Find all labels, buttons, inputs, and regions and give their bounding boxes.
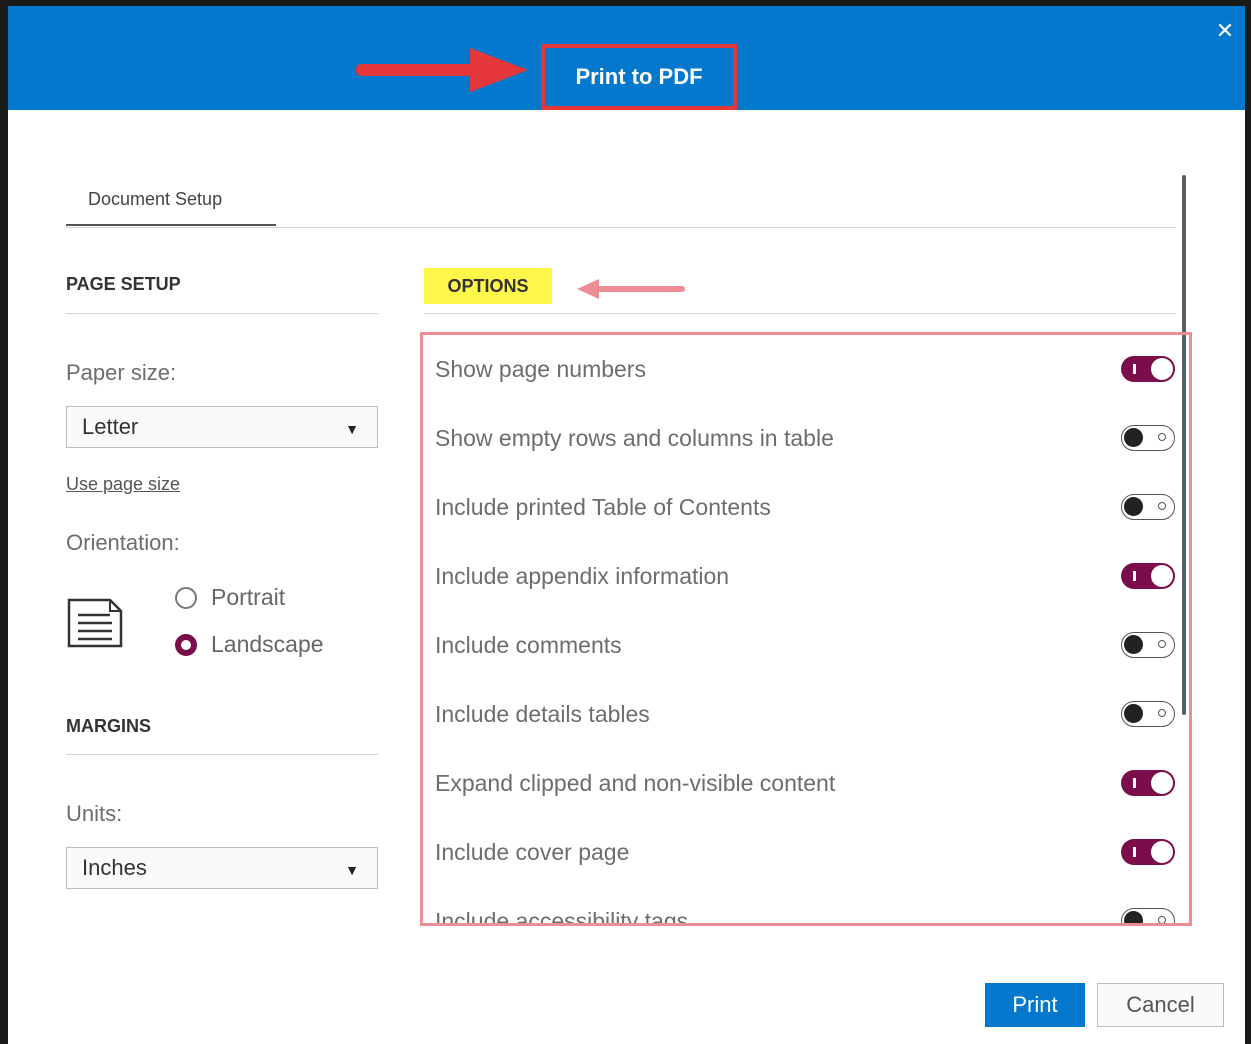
radio-unchecked-icon [175,586,197,609]
radio-label: Landscape [211,631,324,657]
orientation-label: Orientation: [66,530,180,555]
divider [424,313,1176,314]
radio-label: Portrait [211,584,286,610]
print-button[interactable]: Print [985,983,1085,1027]
use-page-size-link[interactable]: Use page size [66,474,180,495]
options-highlight-box: Show page numbers Show empty rows and co… [420,332,1192,926]
tab-document-setup[interactable]: Document Setup [66,183,276,226]
cancel-button[interactable]: Cancel [1097,983,1224,1027]
annotation-arrow-right [356,48,528,92]
option-row: Include cover page [435,832,1175,872]
title-highlight-box: Print to PDF [541,44,737,110]
option-row: Show page numbers [435,349,1175,389]
units-select[interactable]: Inches ▼ [66,847,378,889]
tab-label: Document Setup [88,189,223,209]
dialog-header: Print to PDF ✕ [8,6,1245,110]
toggle-switch[interactable] [1121,839,1175,865]
option-label: Include printed Table of Contents [435,493,771,520]
paper-size-value: Letter [82,414,139,439]
chevron-down-icon: ▼ [345,421,359,437]
option-label: Show page numbers [435,355,646,382]
paper-size-select[interactable]: Letter ▼ [66,406,378,448]
document-icon [67,598,123,648]
toggle-switch[interactable] [1121,494,1175,520]
toggle-switch[interactable] [1121,563,1175,589]
annotation-arrow-left [577,279,685,299]
close-icon[interactable]: ✕ [1213,18,1237,44]
option-row: Include details tables [435,694,1175,734]
toggle-switch[interactable] [1121,908,1175,923]
options-title: OPTIONS [424,268,552,304]
margins-title: MARGINS [66,716,151,736]
option-label: Include details tables [435,700,650,727]
toggle-switch[interactable] [1121,425,1175,451]
radio-landscape[interactable]: Landscape [175,631,324,658]
radio-portrait[interactable]: Portrait [175,584,285,611]
toggle-switch[interactable] [1121,770,1175,796]
option-row: Include comments [435,625,1175,665]
page-setup-title: PAGE SETUP [66,274,181,294]
option-label: Expand clipped and non-visible content [435,769,836,796]
units-label: Units: [66,801,123,826]
toggle-switch[interactable] [1121,632,1175,658]
toggle-switch[interactable] [1121,356,1175,382]
option-label: Include comments [435,631,622,658]
option-label: Include accessibility tags [435,907,689,926]
paper-size-label: Paper size: [66,360,177,385]
radio-checked-icon [175,633,197,656]
option-label: Include cover page [435,838,630,865]
toggle-switch[interactable] [1121,701,1175,727]
option-row: Expand clipped and non-visible content [435,763,1175,803]
divider [66,313,378,314]
dialog-title: Print to PDF [575,64,703,89]
chevron-down-icon: ▼ [345,862,359,878]
units-value: Inches [82,855,147,880]
tab-bar: Document Setup [66,183,1176,228]
option-row: Include appendix information [435,556,1175,596]
option-row: Include printed Table of Contents [435,487,1175,527]
option-label: Show empty rows and columns in table [435,424,834,451]
divider [66,754,378,755]
option-label: Include appendix information [435,562,730,589]
option-row: Include accessibility tags [435,901,1175,926]
option-row: Show empty rows and columns in table [435,418,1175,458]
